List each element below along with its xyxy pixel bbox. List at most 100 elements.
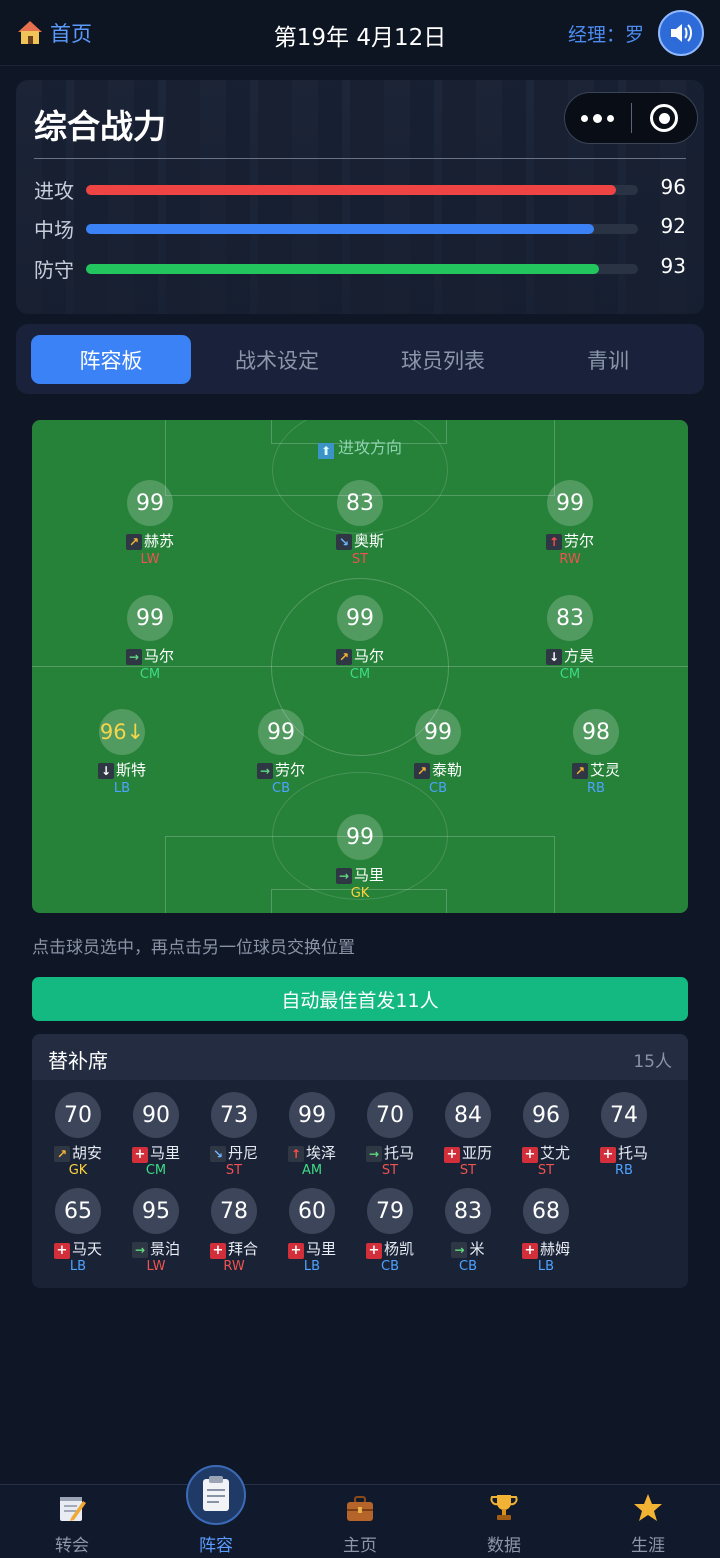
bench-player[interactable]: 78 + 拜合 RW: [195, 1188, 273, 1274]
player-name: 赫苏: [143, 532, 174, 550]
pitch-player-rw[interactable]: 99 ↑ 劳尔 RW: [522, 480, 618, 570]
pitch-player-st[interactable]: 83 ↘ 奥斯 ST: [312, 480, 408, 570]
injury-icon: +: [53, 1243, 70, 1259]
nav-home[interactable]: 主页: [288, 1485, 432, 1558]
nav-label: 主页: [343, 1536, 377, 1556]
tab-bar: 阵容板 战术设定 球员列表 青训: [16, 324, 704, 394]
bench-player[interactable]: 90 + 马里 CM: [117, 1092, 195, 1178]
bench-player[interactable]: 83 → 米 CB: [429, 1188, 507, 1274]
player-position: CM: [145, 1163, 167, 1178]
arrow-up-icon: ⬆: [317, 443, 334, 459]
player-rating: 99: [337, 595, 383, 641]
briefcase-icon: [347, 1496, 373, 1521]
tab-youth[interactable]: 青训: [528, 335, 688, 384]
player-rating: 96↓: [99, 709, 145, 755]
trend-flat-icon: →: [131, 1242, 148, 1258]
midfield-stat: 中场 92: [34, 214, 686, 244]
trend-strong-up-icon: ↑: [545, 534, 562, 550]
player-position: AM: [301, 1163, 323, 1178]
player-position: RB: [587, 781, 605, 796]
nav-career[interactable]: 生涯: [576, 1485, 720, 1558]
bench-player[interactable]: 99 ↑ 埃泽 AM: [273, 1092, 351, 1178]
tab-player-list[interactable]: 球员列表: [363, 335, 523, 384]
trend-flat-icon: →: [256, 763, 273, 779]
trend-up-icon: ↗: [125, 534, 142, 550]
player-position: CM: [139, 667, 161, 682]
bench-player[interactable]: 84 + 亚历 ST: [429, 1092, 507, 1178]
lineup-pitch: ⬆ 进攻方向 99 ↗ 赫苏 LW 83 ↘ 奥斯 ST 99 ↑ 劳尔 RW 99 →…: [32, 420, 688, 913]
player-rating: 74: [601, 1092, 647, 1138]
player-position: RW: [559, 552, 581, 567]
player-name: 马里: [305, 1240, 336, 1258]
attack-stat: 进攻 96: [34, 175, 686, 205]
player-rating: 70: [367, 1092, 413, 1138]
player-position: LB: [69, 1259, 87, 1274]
player-name: 赫姆: [539, 1240, 570, 1258]
player-rating: 99: [258, 709, 304, 755]
bench-header: 替补席 15人: [32, 1034, 688, 1080]
bench-player[interactable]: 79 + 杨凯 CB: [351, 1188, 429, 1274]
team-power-card: 综合战力 进攻 96 中场 92 防守 93: [16, 80, 704, 314]
trend-flat-icon: →: [365, 1146, 382, 1162]
pitch-player-rb[interactable]: 98 ↗ 艾灵 RB: [548, 709, 644, 799]
tab-tactics[interactable]: 战术设定: [197, 335, 357, 384]
player-rating: 95: [133, 1188, 179, 1234]
pitch-player-cm-left[interactable]: 99 → 马尔 CM: [102, 595, 198, 685]
pitch-player-lw[interactable]: 99 ↗ 赫苏 LW: [102, 480, 198, 570]
nav-lineup[interactable]: 阵容: [144, 1465, 288, 1558]
pitch-player-lb[interactable]: 96↓ ↓ 斯特 LB: [74, 709, 170, 799]
player-position: ST: [351, 552, 369, 567]
bench-player[interactable]: 68 + 赫姆 LB: [507, 1188, 585, 1274]
notepad-pencil-icon: [60, 1497, 86, 1521]
bench-player[interactable]: 74 + 托马 RB: [585, 1092, 663, 1178]
pitch-player-cm-center[interactable]: 99 ↗ 马尔 CM: [312, 595, 408, 685]
bench-player[interactable]: 96 + 艾尤 ST: [507, 1092, 585, 1178]
player-name: 丹尼: [227, 1144, 258, 1162]
player-name: 劳尔: [563, 532, 594, 550]
player-rating: 83: [547, 595, 593, 641]
stat-track: [86, 264, 638, 274]
injury-icon: +: [443, 1147, 460, 1163]
close-miniprogram-button[interactable]: [632, 93, 698, 143]
player-rating: 68: [523, 1188, 569, 1234]
injury-icon: +: [287, 1243, 304, 1259]
player-position: GK: [350, 886, 370, 901]
player-rating: 96: [523, 1092, 569, 1138]
pitch-player-gk[interactable]: 99 → 马里 GK: [312, 814, 408, 904]
auto-best-lineup-button[interactable]: 自动最佳首发11人: [32, 977, 688, 1021]
bottom-nav: 转会 阵容 主页 数据 生涯: [0, 1465, 720, 1558]
pitch-player-cm-right[interactable]: 83 ↓ 方昊 CM: [522, 595, 618, 685]
player-name: 马里: [353, 866, 384, 884]
nav-transfer[interactable]: 转会: [0, 1485, 144, 1558]
bench-player[interactable]: 73 ↘ 丹尼 ST: [195, 1092, 273, 1178]
pitch-player-cb-left[interactable]: 99 → 劳尔 CB: [233, 709, 329, 799]
bench-player[interactable]: 70 → 托马 ST: [351, 1092, 429, 1178]
bench-player[interactable]: 95 → 景泊 LW: [117, 1188, 195, 1274]
player-rating: 78: [211, 1188, 257, 1234]
player-rating: 84: [445, 1092, 491, 1138]
pitch-player-cb-right[interactable]: 99 ↗ 泰勒 CB: [390, 709, 486, 799]
player-position: ST: [381, 1163, 399, 1178]
player-name: 斯特: [115, 761, 146, 779]
nav-label: 阵容: [199, 1536, 233, 1556]
player-position: RW: [223, 1259, 245, 1274]
bench-player[interactable]: 65 + 马天 LB: [39, 1188, 117, 1274]
more-button[interactable]: [565, 93, 631, 143]
player-rating: 98: [573, 709, 619, 755]
player-name: 米: [469, 1240, 485, 1258]
stat-value: 96: [660, 175, 686, 199]
tab-lineup[interactable]: 阵容板: [31, 335, 191, 384]
bench-player[interactable]: 70 ↗ 胡安 GK: [39, 1092, 117, 1178]
player-rating: 99: [127, 595, 173, 641]
trend-flat-icon: →: [335, 868, 352, 884]
bench-player[interactable]: 60 + 马里 LB: [273, 1188, 351, 1274]
injury-icon: +: [365, 1243, 382, 1259]
player-position: LB: [303, 1259, 321, 1274]
sound-toggle-button[interactable]: [658, 10, 704, 56]
manager-name[interactable]: 经理：罗: [568, 20, 644, 47]
trophy-icon: [490, 1495, 518, 1520]
nav-data[interactable]: 数据: [432, 1485, 576, 1558]
player-rating: 99: [337, 814, 383, 860]
player-position: CB: [429, 781, 447, 796]
player-position: LB: [113, 781, 131, 796]
